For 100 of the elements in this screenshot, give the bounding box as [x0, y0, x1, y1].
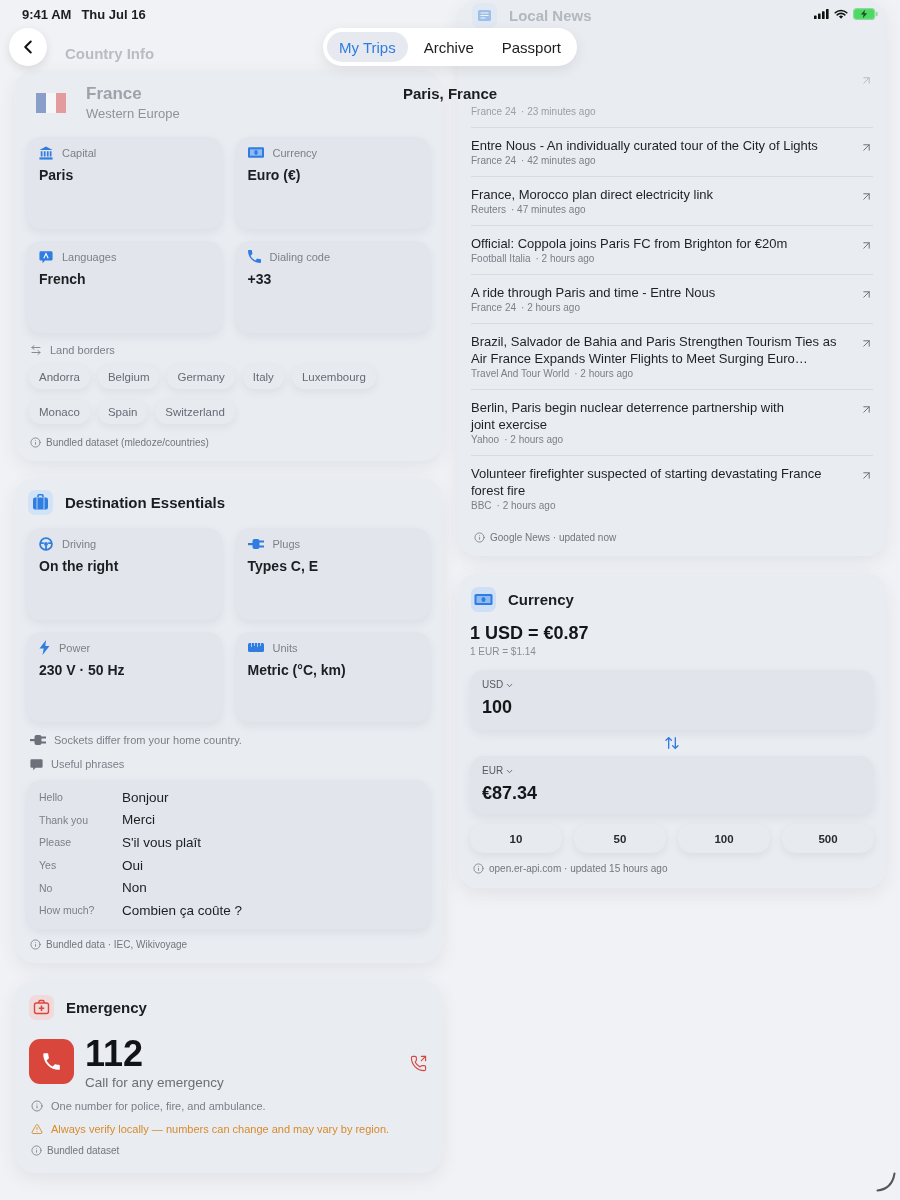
- phone-icon[interactable]: [29, 1038, 74, 1084]
- news-headline[interactable]: Official: Coppola joins Paris FC from Brighton for €20m: [471, 235, 851, 252]
- phrase-english: How much?: [39, 904, 96, 917]
- news-headline[interactable]: A ride through Paris and time - Entre Nous: [471, 284, 851, 301]
- country-chip[interactable]: Belgium: [97, 365, 160, 389]
- tab[interactable]: Archive: [411, 32, 486, 62]
- status-time: 9:41 AM: [22, 6, 72, 22]
- info-icon: [474, 531, 485, 543]
- news-source: France 24: [471, 302, 517, 313]
- landmark-icon: [39, 145, 53, 160]
- news-headline[interactable]: Brazil, Salvador de Bahia and Paris Strengthen Tourism Ties as Air France Expands Winter Flights to Meet Surging Euro…: [471, 333, 851, 367]
- warning-text: Always verify locally — numbers can change and may vary by region.: [51, 1122, 390, 1135]
- amount-field[interactable]: EUR €87.34: [470, 756, 874, 814]
- banknote-icon: [247, 147, 264, 158]
- currency-dropdown[interactable]: USD: [482, 679, 515, 691]
- inverse-rate: 1 EUR = $1.14: [470, 645, 537, 658]
- emergency-caption: Call for any emergency: [85, 1073, 225, 1092]
- medical-kit-icon: [29, 994, 54, 1020]
- fact-label: Power: [59, 641, 91, 654]
- news-source: Football Italia: [471, 253, 531, 264]
- exchange-rate: 1 USD = €0.87: [470, 624, 590, 642]
- country-chip[interactable]: Spain: [97, 400, 148, 424]
- news-source: Yahoo: [471, 434, 500, 445]
- fact-value: Euro (€): [247, 167, 302, 184]
- source-note: Bundled dataset: [47, 1145, 120, 1157]
- ruler-icon: [247, 643, 264, 652]
- status-date: Thu Jul 16: [81, 6, 146, 22]
- amount-field[interactable]: USD 100: [470, 670, 874, 730]
- info-icon: [30, 939, 41, 951]
- banknote-icon: [471, 587, 496, 612]
- source-note: Bundled dataset (mledoze/countries): [46, 436, 209, 448]
- fact-label: Capital: [62, 146, 97, 159]
- flag-icon: [35, 92, 67, 113]
- card-title: Destination Essentials: [65, 494, 226, 511]
- preset-button[interactable]: 100: [678, 824, 770, 853]
- wifi-icon: [834, 9, 848, 19]
- news-source: BBC: [471, 500, 492, 511]
- amount-value: 100: [482, 696, 514, 718]
- country-chip[interactable]: Germany: [167, 365, 235, 389]
- location-title: Paris, France: [402, 85, 498, 103]
- phrase-translation: Non: [122, 880, 148, 896]
- news-time: · 23 minutes ago: [521, 106, 596, 117]
- arrow-left-right-icon: [30, 344, 42, 356]
- source-note: Bundled data · IEC, Wikivoyage: [46, 939, 188, 951]
- lightning-bolt-icon: [39, 640, 50, 655]
- fact-label: Plugs: [272, 537, 301, 550]
- news-source: Reuters: [471, 204, 506, 215]
- country-region: Western Europe: [86, 106, 180, 121]
- resize-handle-icon[interactable]: [876, 1172, 896, 1192]
- tab[interactable]: Passport: [489, 32, 573, 62]
- suitcase-icon: [28, 490, 53, 515]
- news-source: France 24: [471, 106, 517, 117]
- arrow-up-right-icon[interactable]: [860, 403, 873, 416]
- arrow-up-right-icon[interactable]: [860, 288, 873, 301]
- arrow-up-right-icon[interactable]: [860, 239, 873, 252]
- arrow-up-right-icon[interactable]: [860, 141, 873, 154]
- fact-label: Driving: [62, 537, 97, 550]
- country-chip[interactable]: Italy: [242, 365, 284, 389]
- news-time: · 42 minutes ago: [521, 155, 596, 166]
- preset-button[interactable]: 50: [574, 824, 666, 853]
- phrase-translation: S'il vous plaît: [122, 835, 203, 850]
- news-time: · 47 minutes ago: [511, 204, 586, 215]
- phrase-english: Hello: [39, 791, 64, 804]
- warning-icon: [31, 1122, 43, 1135]
- news-time: · 2 hours ago: [535, 253, 595, 264]
- fact-value: Types C, E: [247, 558, 320, 575]
- section-label: Land borders: [50, 344, 115, 356]
- country-chip[interactable]: Monaco: [29, 400, 90, 424]
- preset-button[interactable]: 10: [470, 824, 562, 853]
- currency-dropdown[interactable]: EUR: [482, 765, 515, 777]
- back-button[interactable]: [9, 28, 47, 66]
- battery-charging-icon: [853, 8, 878, 20]
- preset-button[interactable]: 500: [782, 824, 874, 853]
- country-chip[interactable]: Switzerland: [155, 400, 235, 424]
- arrow-up-right-icon[interactable]: [860, 337, 873, 350]
- swap-icon[interactable]: [664, 735, 680, 751]
- news-headline[interactable]: Berlin, Paris begin nuclear deterrence partnership with joint exercise: [471, 399, 851, 433]
- info-icon: [30, 436, 41, 448]
- phrase-translation: Combien ça coûte ?: [122, 902, 244, 918]
- arrow-up-right-icon[interactable]: [860, 190, 873, 203]
- phrase-translation: Oui: [122, 857, 144, 873]
- phrase-english: No: [39, 881, 54, 894]
- card-title: Emergency: [66, 998, 147, 1016]
- news-headline[interactable]: Entre Nous - An individually curated tour of the City of Lights: [471, 137, 851, 154]
- news-headline[interactable]: France, Morocco plan direct electricity link: [471, 186, 851, 203]
- country-chip[interactable]: Luxembourg: [291, 365, 376, 389]
- fact-value: French: [39, 271, 87, 288]
- country-chip[interactable]: Andorra: [29, 365, 90, 389]
- news-headline[interactable]: Volunteer firefighter suspected of starting devastating France forest fire: [471, 465, 851, 499]
- fact-label: Languages: [62, 250, 117, 263]
- steering-wheel-icon: [39, 536, 53, 551]
- info-icon: [473, 862, 484, 874]
- section-label: Useful phrases: [51, 758, 125, 770]
- country-name: France: [86, 84, 143, 104]
- call-icon[interactable]: [410, 1054, 427, 1072]
- phone-icon: [247, 250, 261, 263]
- arrow-up-right-icon[interactable]: [860, 469, 873, 482]
- page-title: Country Info: [65, 44, 155, 62]
- fact-label: Dialing code: [269, 250, 331, 263]
- newspaper-icon: [472, 3, 497, 28]
